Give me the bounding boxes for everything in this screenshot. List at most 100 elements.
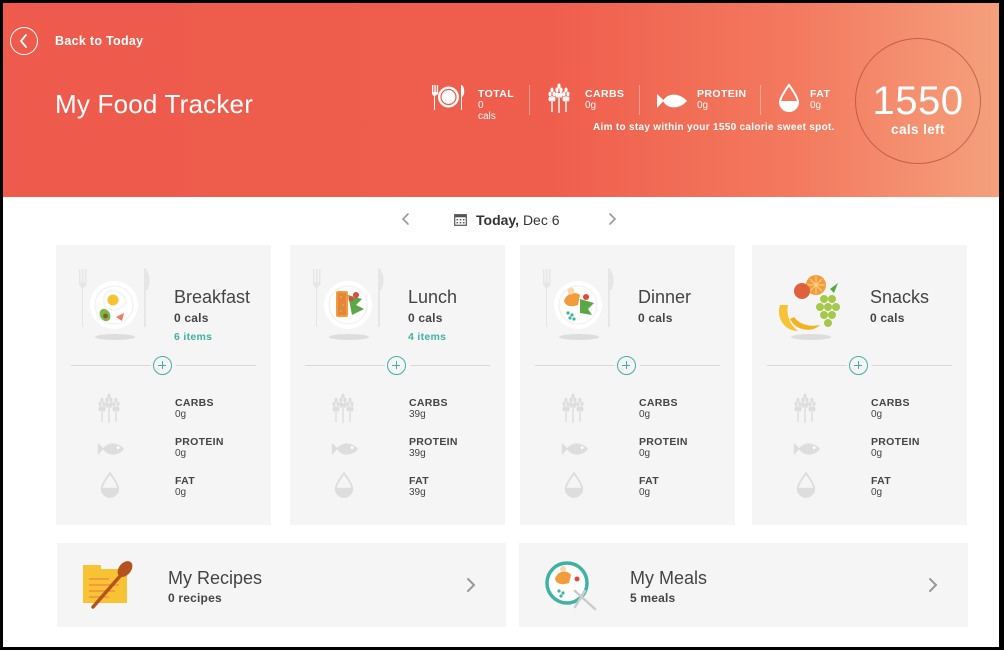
stat-total-label: TOTAL [478, 88, 515, 100]
stat-fat-label: FAT [810, 88, 831, 100]
page-title: My Food Tracker [55, 89, 254, 119]
add-food-button[interactable] [617, 356, 636, 375]
stat-protein-value: 0g [697, 100, 709, 111]
my-recipes-card[interactable]: My Recipes 0 recipes [57, 543, 506, 627]
divider [71, 365, 151, 366]
carbs-label: CARBS [871, 397, 910, 409]
carbs-value: 39g [409, 409, 426, 420]
protein-value: 0g [639, 448, 651, 459]
protein-label: PROTEIN [409, 436, 458, 448]
my-recipes-title: My Recipes [168, 568, 263, 588]
stat-total-value: 0 cals [478, 100, 496, 122]
stat-carbs-value: 0g [585, 100, 597, 111]
fat-label: FAT [409, 475, 429, 487]
wheat-icon [792, 393, 818, 423]
fish-icon [96, 440, 126, 458]
meal-calories: 0 cals [174, 311, 209, 325]
divider [640, 365, 720, 366]
cals-left-label: cals left [891, 122, 945, 137]
divider [305, 365, 385, 366]
add-food-button[interactable] [849, 356, 868, 375]
my-meals-card[interactable]: My Meals 5 meals [519, 543, 968, 627]
chevron-right-icon [467, 578, 476, 592]
divider [535, 365, 615, 366]
protein-label: PROTEIN [639, 436, 688, 448]
meal-card-snacks[interactable]: Snacks 0 cals CARBS 0g PROTEIN 0g FAT 0g [752, 245, 967, 525]
wheat-icon [330, 393, 356, 423]
meal-card-dinner[interactable]: Dinner 0 cals CARBS 0g PROTEIN 0g FAT 0g [520, 245, 735, 525]
fish-icon [655, 91, 689, 111]
meal-calories: 0 cals [870, 311, 905, 325]
next-day-button[interactable] [605, 211, 619, 227]
carbs-label: CARBS [409, 397, 448, 409]
previous-day-button[interactable] [399, 211, 413, 227]
wheat-icon [546, 83, 572, 113]
date-navigator: Today, Dec 6 [3, 208, 999, 232]
protein-value: 39g [409, 448, 426, 459]
protein-label: PROTEIN [175, 436, 224, 448]
stat-divider [760, 85, 761, 115]
cals-left-value: 1550 [872, 79, 964, 123]
wheat-icon [96, 393, 122, 423]
calendar-icon [454, 214, 467, 226]
protein-label: PROTEIN [871, 436, 920, 448]
back-to-today-link[interactable]: Back to Today [55, 34, 143, 48]
chevron-left-icon [20, 34, 27, 48]
divider [767, 365, 847, 366]
carbs-value: 0g [175, 409, 187, 420]
lunch-illustration [313, 268, 384, 340]
fat-label: FAT [871, 475, 891, 487]
meal-calories: 0 cals [638, 311, 673, 325]
stat-carbs-label: CARBS [585, 88, 625, 100]
meal-name: Dinner [638, 287, 692, 307]
fat-label: FAT [639, 475, 659, 487]
fish-icon [560, 440, 590, 458]
fat-value: 0g [639, 487, 651, 498]
stat-fat-value: 0g [810, 100, 822, 111]
add-food-button[interactable] [153, 356, 172, 375]
calorie-goal-text: Aim to stay within your 1550 calorie swe… [593, 122, 835, 133]
date-day: Today, [476, 212, 520, 228]
divider [872, 365, 952, 366]
meal-card-breakfast[interactable]: Breakfast 0 cals 6 items CARBS 0g PROTEI… [56, 245, 271, 525]
wheat-icon [560, 393, 586, 423]
food-tracker-window: Back to Today My Food Tracker TOTAL 0 ca… [3, 3, 999, 647]
stat-divider [529, 85, 530, 115]
meal-items-link[interactable]: 4 items [408, 331, 446, 343]
fish-icon [330, 440, 360, 458]
drop-icon [99, 471, 121, 499]
my-recipes-count: 0 recipes [168, 591, 222, 605]
carbs-label: CARBS [639, 397, 678, 409]
meal-items-link[interactable]: 6 items [174, 331, 212, 343]
chevron-right-icon [929, 578, 938, 592]
snacks-illustration [778, 275, 840, 340]
fat-label: FAT [175, 475, 195, 487]
meal-card-lunch[interactable]: Lunch 0 cals 4 items CARBS 39g PROTEIN 3… [290, 245, 505, 525]
stat-divider [639, 85, 640, 115]
date-value: Dec 6 [522, 212, 560, 228]
divider [176, 365, 256, 366]
carbs-value: 0g [871, 409, 883, 420]
divider [410, 365, 490, 366]
drop-icon [795, 471, 817, 499]
back-button[interactable] [10, 27, 38, 55]
fat-value: 0g [175, 487, 187, 498]
header-banner: Back to Today My Food Tracker TOTAL 0 ca… [3, 3, 999, 197]
my-meals-title: My Meals [630, 568, 708, 588]
my-meals-count: 5 meals [630, 591, 676, 605]
carbs-value: 0g [639, 409, 651, 420]
protein-value: 0g [871, 448, 883, 459]
fat-value: 0g [871, 487, 883, 498]
recipe-book-icon [83, 561, 133, 609]
add-food-button[interactable] [387, 356, 406, 375]
dinner-illustration [543, 268, 614, 340]
breakfast-illustration [79, 268, 150, 340]
drop-icon [563, 471, 585, 499]
carbs-label: CARBS [175, 397, 214, 409]
meal-name: Snacks [870, 287, 930, 307]
meal-calories: 0 cals [408, 311, 443, 325]
current-date: Today, Dec 6 [476, 212, 560, 228]
drop-icon [333, 471, 355, 499]
fat-value: 39g [409, 487, 426, 498]
meal-name: Lunch [408, 287, 458, 307]
